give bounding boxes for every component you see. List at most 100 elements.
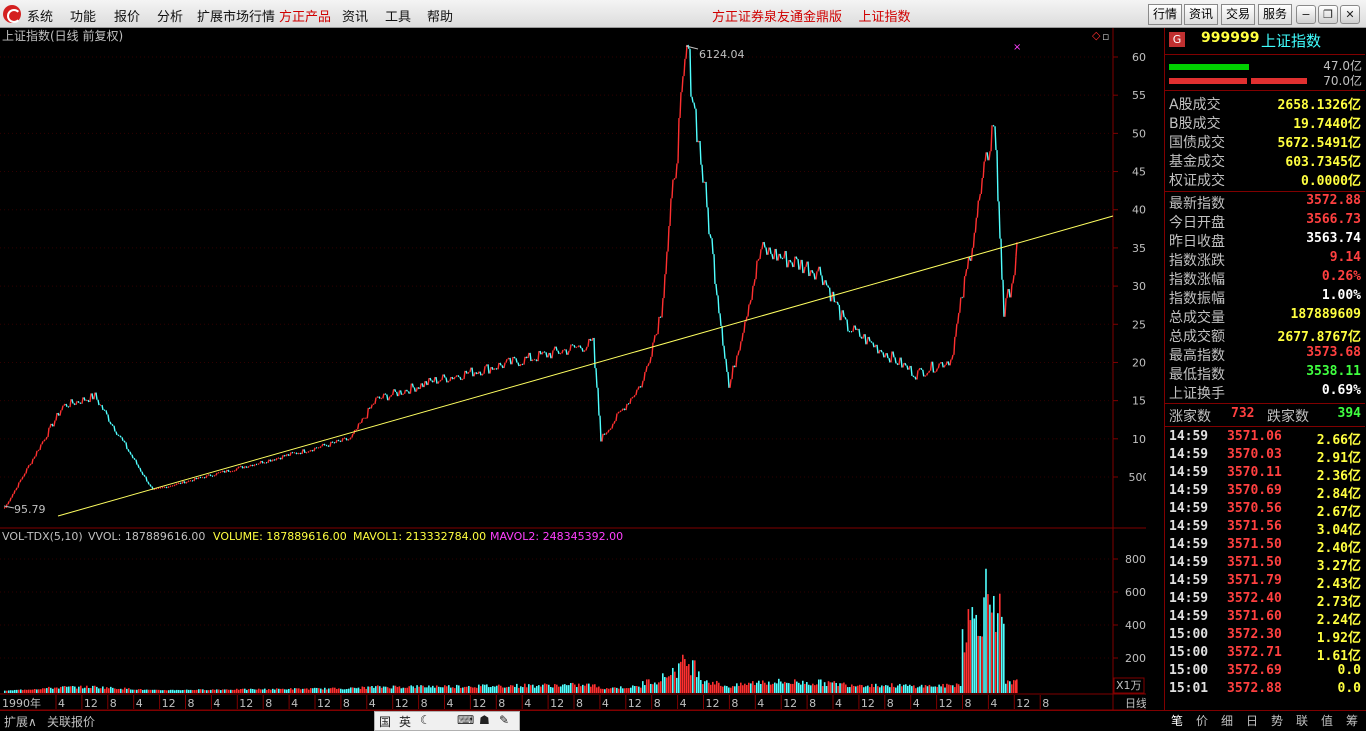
price-segment (785, 250, 788, 268)
panel-tab[interactable]: 联 (1291, 712, 1313, 731)
menu-news[interactable]: 资讯 (342, 6, 368, 25)
price-segment (19, 479, 22, 483)
price-segment (645, 365, 648, 373)
volume-bar (332, 687, 334, 693)
menu-function[interactable]: 功能 (70, 6, 96, 25)
panel-tab[interactable]: 日 (1241, 712, 1263, 731)
panel-tab[interactable]: 笔 (1166, 712, 1188, 731)
panel-tab[interactable]: 筹 (1341, 712, 1363, 731)
tick-row[interactable]: 14:59 3571.50 2.40亿 (1165, 537, 1365, 556)
tick-row[interactable]: 14:59 3570.56 2.67亿 (1165, 501, 1365, 520)
volume-bar (794, 679, 796, 693)
price-segment (25, 468, 28, 474)
news-button[interactable]: 资讯 (1184, 4, 1218, 25)
volume-bar (552, 687, 554, 693)
panel-tab[interactable]: 势 (1266, 712, 1288, 731)
app-logo-icon (3, 5, 21, 23)
tick-row[interactable]: 15:00 3572.30 1.92亿 (1165, 627, 1365, 646)
tick-row[interactable]: 15:00 3572.69 0.0 (1165, 663, 1365, 681)
volume-bar (616, 687, 618, 693)
tick-row[interactable]: 14:59 3570.03 2.91亿 (1165, 447, 1365, 466)
panel-tab[interactable]: 细 (1216, 712, 1238, 731)
volume-bar (298, 688, 300, 693)
menu-extended-market[interactable]: 扩展市场行情 (197, 6, 275, 25)
volume-bar (808, 684, 810, 693)
menu-fangzheng-products[interactable]: 方正产品 (279, 6, 331, 25)
price-segment (978, 193, 982, 201)
price-segment (515, 358, 518, 363)
tick-row[interactable]: 14:59 3570.69 2.84亿 (1165, 483, 1365, 502)
kline-chart[interactable]: 上证指数(日线 前复权) ◇ ▫ × 6000 5500 5000 4500 4000 3… (0, 28, 1160, 711)
tick-row[interactable]: 14:59 3571.50 3.27亿 (1165, 555, 1365, 574)
tick-row[interactable]: 14:59 3571.79 2.43亿 (1165, 573, 1365, 592)
volume-bar (861, 685, 863, 693)
volume-bar (788, 683, 790, 693)
menu-analysis[interactable]: 分析 (157, 6, 183, 25)
scroll-up-icon[interactable]: ▫ (1102, 30, 1109, 43)
volume-bar (450, 687, 452, 693)
tick-row[interactable]: 14:59 3572.40 2.73亿 (1165, 591, 1365, 610)
tick-row[interactable]: 14:59 3571.06 2.66亿 (1165, 429, 1365, 448)
tick-row[interactable]: 14:59 3571.56 3.04亿 (1165, 519, 1365, 538)
tick-row[interactable]: 15:00 3572.71 1.61亿 (1165, 645, 1365, 664)
period-label[interactable]: 日线 (1125, 696, 1147, 710)
ime-user-icon[interactable]: ☗ (479, 713, 490, 727)
menu-quote[interactable]: 报价 (114, 6, 140, 25)
restore-icon[interactable]: ❐ (1318, 5, 1338, 24)
price-segment (173, 484, 176, 487)
price-segment (884, 352, 887, 358)
tick-row[interactable]: 14:59 3571.60 2.24亿 (1165, 609, 1365, 628)
menu-help[interactable]: 帮助 (427, 6, 453, 25)
ime-english-icon[interactable]: 英 (399, 713, 411, 730)
ime-tool-icon[interactable]: ✎ (499, 713, 509, 727)
volume-bar (154, 689, 156, 693)
volume-bar (478, 684, 480, 693)
related-quotes-tab[interactable]: 关联报价 (47, 713, 95, 730)
price-segment (425, 380, 428, 386)
price-segment (49, 423, 52, 428)
tick-time: 14:59 (1169, 429, 1209, 444)
volume-bar (754, 685, 756, 693)
price-segment (996, 150, 999, 202)
price-segment (635, 389, 638, 396)
volume-bar (116, 689, 118, 693)
service-button[interactable]: 服务 (1258, 4, 1292, 25)
volume-bar (258, 688, 260, 693)
panel-tab[interactable]: 值 (1316, 712, 1338, 731)
trade-button[interactable]: 交易 (1221, 4, 1255, 25)
ime-moon-icon[interactable]: ☾ (420, 713, 431, 727)
price-segment (968, 257, 972, 261)
price-segment (378, 396, 381, 399)
price-segment (235, 468, 238, 472)
volume-bar (792, 683, 794, 693)
price-segment (553, 346, 556, 351)
price-segment (129, 451, 132, 455)
diamond-icon[interactable]: ◇ (1092, 29, 1101, 42)
volume-bar (200, 689, 202, 693)
price-segment (545, 352, 548, 358)
volume-bar (246, 689, 248, 693)
volume-bar (302, 688, 304, 693)
volume-bar (726, 686, 728, 693)
ime-toolbar[interactable]: 国 英 ☾ ⌨ ☗ ✎ (374, 711, 520, 731)
tick-row[interactable]: 15:01 3572.88 0.0 (1165, 681, 1365, 699)
ime-keyboard-icon[interactable]: ⌨ (457, 713, 474, 727)
price-tick-label: 1000 (1132, 433, 1146, 446)
time-tick-label: 4 (136, 697, 143, 710)
volume-bar (84, 687, 86, 693)
quote-button[interactable]: 行情 (1148, 4, 1182, 25)
price-segment (815, 271, 818, 280)
volume-tick-label: 80000 (1125, 553, 1146, 566)
volume-bar (130, 689, 132, 693)
tick-row[interactable]: 14:59 3570.11 2.36亿 (1165, 465, 1365, 484)
panel-tab[interactable]: 价 (1191, 712, 1213, 731)
menu-system[interactable]: 系统 (27, 6, 53, 25)
menu-tools[interactable]: 工具 (385, 6, 411, 25)
minimize-icon[interactable]: − (1296, 5, 1316, 24)
price-segment (823, 280, 826, 286)
price-segment (337, 439, 340, 442)
volume-bar (702, 684, 704, 693)
expand-tab[interactable]: 扩展∧ (4, 713, 37, 730)
close-icon[interactable]: ✕ (1340, 5, 1360, 24)
ime-chinese-icon[interactable]: 国 (379, 713, 391, 730)
